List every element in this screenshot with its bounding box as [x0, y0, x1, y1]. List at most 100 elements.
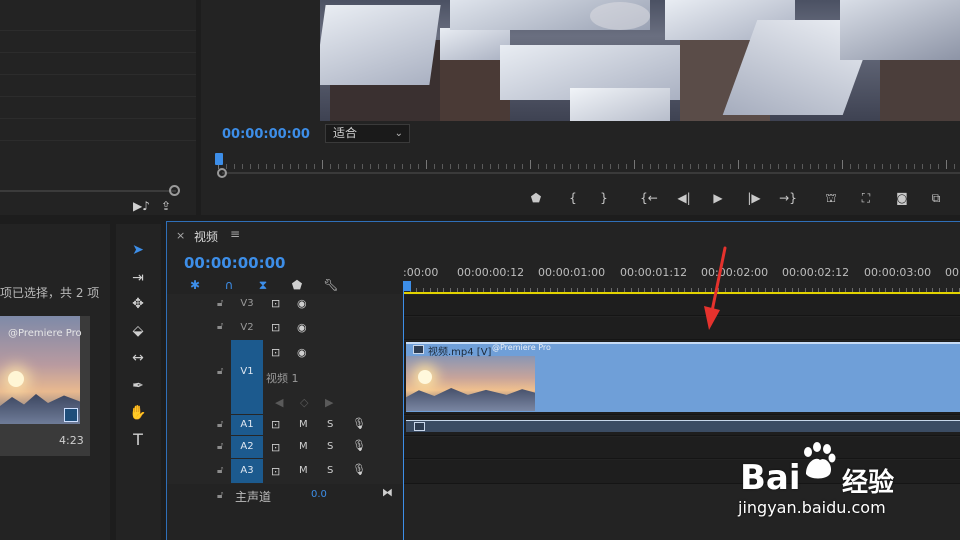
snap-magnet-icon[interactable]: ∩ — [220, 277, 238, 293]
go-to-out-icon[interactable]: →} — [779, 190, 797, 206]
mute-button[interactable]: M — [299, 419, 308, 430]
razor-tool-icon[interactable]: ⬙ — [126, 321, 150, 341]
ruler-tick — [418, 164, 419, 169]
program-preview-video — [320, 0, 960, 121]
in-point-icon[interactable]: { — [564, 190, 582, 206]
track-lane-v2[interactable] — [404, 317, 960, 339]
hand-tool-icon[interactable]: ✋ — [126, 403, 150, 423]
solo-button[interactable]: S — [327, 441, 333, 452]
ruler-tick — [378, 164, 379, 169]
lock-icon[interactable]: 🔓︎ — [217, 465, 223, 476]
program-timecode[interactable]: 00:00:00:00 — [222, 127, 310, 142]
eye-icon[interactable]: ◉ — [297, 346, 307, 359]
ruler-tick — [330, 164, 331, 169]
microphone-icon[interactable]: 🎙︎ — [352, 439, 366, 452]
timeline-time-ruler[interactable]: :00:00 00:00:00:12 00:00:01:00 00:00:01:… — [403, 262, 960, 292]
eye-icon[interactable]: ◉ — [297, 321, 307, 334]
timeline-timecode[interactable]: 00:00:00:00 — [184, 254, 286, 272]
multi-export-icon[interactable]: ⧉ — [927, 190, 945, 206]
lock-icon[interactable]: 🔓︎ — [217, 366, 223, 377]
sync-lock-icon[interactable]: ⊡ — [271, 321, 280, 334]
track-select-tool-icon[interactable]: ⇥ — [126, 268, 150, 288]
lock-icon[interactable]: 🔓︎ — [217, 298, 223, 309]
audio-clip[interactable] — [406, 420, 960, 432]
export-frame-icon[interactable]: ⇪ — [161, 199, 171, 213]
sync-lock-icon[interactable]: ⊡ — [271, 441, 280, 454]
track-name-v2[interactable]: V2 — [231, 318, 263, 338]
linked-selection-icon[interactable]: ⧗ — [254, 277, 272, 293]
panel-menu-icon[interactable]: ≡ — [230, 227, 240, 241]
mute-button[interactable]: M — [299, 465, 308, 476]
track-header-v2: 🔓︎ V2 ⊡ ◉ — [167, 316, 403, 340]
mute-button[interactable]: M — [299, 441, 308, 452]
step-forward-icon[interactable]: |▶ — [745, 190, 763, 206]
sync-lock-icon[interactable]: ⊡ — [271, 297, 280, 310]
ruler-tick — [874, 164, 875, 169]
keyframe-prev-icon[interactable]: ◀ — [275, 396, 283, 409]
ruler-tick — [770, 164, 771, 169]
track-header-v3: 🔓︎ V3 ⊡ ◉ — [167, 294, 403, 316]
wrench-icon[interactable]: 🔧︎ — [322, 277, 340, 293]
ruler-tick — [234, 164, 235, 169]
nest-icon[interactable]: ✱ — [186, 277, 204, 293]
go-to-in-icon[interactable]: {← — [640, 190, 658, 206]
program-zoom-handle[interactable] — [217, 168, 227, 178]
lift-icon[interactable]: ⛫ — [822, 190, 840, 206]
go-to-end-icon[interactable]: ⧓ — [382, 486, 393, 499]
track-lane-a2[interactable] — [404, 437, 960, 458]
extract-icon[interactable]: ⛶ — [857, 190, 875, 206]
play-icon[interactable]: ▶ — [709, 190, 727, 206]
close-icon[interactable]: × — [176, 229, 185, 242]
master-volume-value[interactable]: 0.0 — [311, 489, 327, 500]
sequence-tab-title[interactable]: 视频 — [194, 228, 218, 245]
out-point-icon[interactable]: } — [595, 190, 613, 206]
track-name-a2[interactable]: A2 — [231, 436, 263, 458]
marker-icon[interactable]: ⬟ — [527, 190, 545, 206]
selection-tool-icon[interactable]: ➤ — [126, 240, 150, 260]
zoom-fit-select[interactable]: 适合 ⌄ — [325, 124, 410, 143]
ruler-tick — [498, 164, 499, 169]
step-back-icon[interactable]: ◀| — [675, 190, 693, 206]
ruler-tick — [562, 164, 563, 169]
track-header-a2: 🔓︎ A2 ⊡ M S 🎙︎ — [167, 436, 403, 459]
slip-tool-icon[interactable]: ↔ — [126, 348, 150, 368]
timeline-playhead[interactable] — [403, 281, 411, 291]
microphone-icon[interactable]: 🎙︎ — [352, 417, 366, 430]
insert-icon[interactable]: ▶♪ — [133, 199, 150, 213]
track-name-v1[interactable]: V1 — [231, 340, 263, 414]
program-time-ruler[interactable] — [218, 155, 960, 169]
program-playhead[interactable] — [215, 153, 223, 165]
sync-lock-icon[interactable]: ⊡ — [271, 465, 280, 478]
project-clip-thumbnail[interactable]: @Premiere Pro 4:23 — [0, 316, 90, 456]
solo-button[interactable]: S — [327, 465, 333, 476]
ruler-tick — [386, 164, 387, 169]
source-zoom-handle[interactable] — [169, 185, 180, 196]
track-lane-v3[interactable] — [404, 295, 960, 315]
lock-icon[interactable]: 🔓︎ — [217, 321, 223, 332]
ruler-tick — [802, 164, 803, 169]
track-name-a1[interactable]: A1 — [231, 415, 263, 435]
ruler-tick — [690, 164, 691, 169]
source-scrollbar[interactable] — [0, 190, 176, 192]
lock-icon[interactable]: 🔓︎ — [217, 441, 223, 452]
microphone-icon[interactable]: 🎙︎ — [352, 463, 366, 476]
type-tool-icon[interactable]: T — [126, 430, 150, 450]
sync-lock-icon[interactable]: ⊡ — [271, 418, 280, 431]
eye-icon[interactable]: ◉ — [297, 297, 307, 310]
sync-lock-icon[interactable]: ⊡ — [271, 346, 280, 359]
keyframe-next-icon[interactable]: ▶ — [325, 396, 333, 409]
track-label-v1: 视频 1 — [266, 372, 299, 385]
pen-tool-icon[interactable]: ✒ — [126, 376, 150, 396]
ruler-tick — [282, 164, 283, 169]
ruler-tick — [426, 160, 427, 169]
ripple-edit-tool-icon[interactable]: ✥ — [126, 294, 150, 314]
camera-icon[interactable]: ◙ — [893, 190, 911, 206]
lock-icon[interactable]: 🔓︎ — [217, 419, 223, 430]
solo-button[interactable]: S — [327, 419, 333, 430]
keyframe-add-icon[interactable]: ◇ — [300, 396, 308, 409]
track-name-v3[interactable]: V3 — [231, 294, 263, 314]
program-zoom-bar[interactable] — [222, 172, 960, 174]
lock-icon[interactable]: 🔓︎ — [217, 490, 223, 501]
add-marker-icon[interactable]: ⬟ — [288, 277, 306, 293]
track-name-a3[interactable]: A3 — [231, 459, 263, 483]
